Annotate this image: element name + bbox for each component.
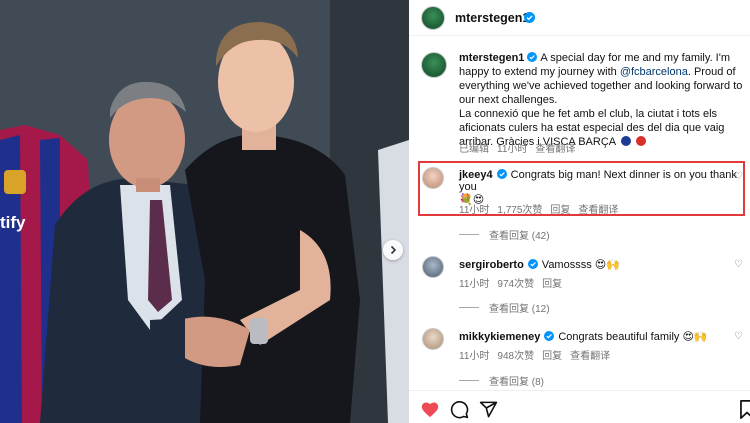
view-replies-label[interactable]: 查看回复 (8) [489,373,544,388]
heart-filled-icon[interactable] [420,400,440,418]
comment-likes[interactable]: 948次赞 [497,351,534,362]
post-header: mterstegen1 [409,0,750,36]
post-photo: tify [0,0,409,423]
replies-divider [459,307,479,308]
replies-divider [459,234,479,235]
caption-username[interactable]: mterstegen1 [459,52,524,64]
photo-illustration: tify [0,0,409,423]
comment-reply-link[interactable]: 回复 [542,351,562,362]
comment-reply-link[interactable]: 回复 [542,279,562,290]
comment-username[interactable]: mikkykiemeney [459,331,540,343]
post-side-panel: mterstegen1 mterstegen1 A special day for… [409,0,750,423]
comment-body: Vamossss [541,259,592,271]
comment-mikkykiemeney: mikkykiemeney Congrats beautiful family 😍… [459,330,708,343]
blue-circle-emoji [620,136,631,146]
red-circle-emoji [635,136,646,146]
verified-badge-icon [527,52,538,62]
comment-time: 11小时 [459,279,490,290]
replies-divider [459,380,479,381]
comment-like-icon[interactable]: ♡ [734,331,743,342]
comment-likes[interactable]: 974次赞 [497,279,534,290]
verified-badge-icon [527,259,538,269]
header-username[interactable]: mterstegen1 [455,11,529,25]
view-replies-label[interactable]: 查看回复 (12) [489,300,550,315]
comment-sergiroberto: sergiroberto Vamossss 😍🙌 [459,258,620,271]
chevron-right-icon [390,245,397,255]
view-replies-button[interactable]: 查看回复 (42) [459,227,550,242]
carousel-next-button[interactable] [383,240,403,260]
comment-reply-link[interactable]: 回复 [550,205,570,216]
comment-avatar-jkeey4[interactable] [422,167,444,189]
comment-body: Congrats beautiful family [558,331,680,343]
caption-translate-link[interactable]: 查看翻译 [535,144,575,155]
caption-author-avatar[interactable] [421,52,447,78]
share-icon[interactable] [479,400,498,419]
verified-badge-icon [544,331,555,341]
comment-username[interactable]: sergiroberto [459,259,524,271]
comment-like-icon[interactable]: ♡ [734,171,743,182]
comment-emoji: 😍🙌 [594,259,620,271]
caption-meta: 已编辑 11小时 查看翻译 [459,140,583,155]
view-replies-label[interactable]: 查看回复 (42) [489,227,550,242]
comment-meta: 11小时 1,775次赞 回复 查看翻译 [459,201,626,216]
comment-avatar-mikkykiemeney[interactable] [422,328,444,350]
caption-time: 11小时 [497,144,528,155]
post-caption: mterstegen1 A special day for me and my f… [459,51,749,149]
comment-emoji: 😍🙌 [682,331,708,343]
comment-time: 11小时 [459,205,490,216]
comment-translate-link[interactable]: 查看翻译 [578,205,618,216]
author-avatar[interactable] [421,6,445,30]
jersey-sponsor-text: tify [0,213,26,232]
edited-label: 已编辑 [459,144,489,155]
view-replies-button[interactable]: 查看回复 (8) [459,373,544,388]
comment-icon[interactable] [450,400,469,419]
comment-likes[interactable]: 1,775次赞 [497,205,542,216]
caption-mention-link[interactable]: @fcbarcelona [620,66,688,78]
post-action-bar [409,390,750,423]
comment-username[interactable]: jkeey4 [459,169,493,181]
comment-avatar-sergiroberto[interactable] [422,256,444,278]
view-replies-button[interactable]: 查看回复 (12) [459,300,550,315]
comment-time: 11小时 [459,351,490,362]
comment-translate-link[interactable]: 查看翻译 [570,351,610,362]
verified-badge-icon [524,12,535,23]
bookmark-icon[interactable] [740,400,750,419]
comment-meta: 11小时 948次赞 回复 查看翻译 [459,347,618,362]
comment-meta: 11小时 974次赞 回复 [459,275,570,290]
verified-badge-icon [496,169,507,179]
comment-like-icon[interactable]: ♡ [734,259,743,270]
